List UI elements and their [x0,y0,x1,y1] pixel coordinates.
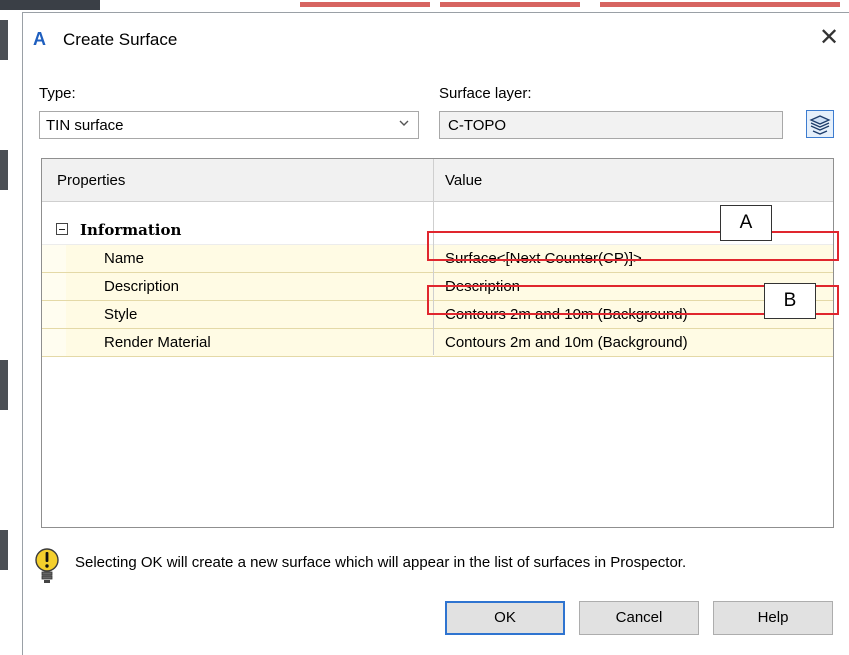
category-label: Information [80,221,182,239]
background-red-text [600,2,840,7]
surface-layer-field: C-TOPO [439,111,783,139]
type-select-value: TIN surface [46,117,124,134]
surface-layer-label: Surface layer: [439,85,532,102]
property-key: Description [104,278,180,295]
background-red-text [300,2,430,7]
property-key: Render Material [104,334,211,351]
background-toolbar [0,0,100,10]
properties-grid: Properties Value Information Name Surfac… [41,158,834,528]
column-header-value: Value [445,172,483,189]
autodesk-app-icon: A [33,29,46,49]
title-bar: A Create Surface ✕ [23,13,849,65]
grid-header: Properties Value [42,159,833,202]
annotation-label-b: B [764,283,816,319]
background-app-strip [0,0,849,10]
type-label: Type: [39,85,76,102]
background-red-text [440,2,580,7]
info-note: Selecting OK will create a new surface w… [75,554,687,571]
property-key: Name [104,250,145,267]
property-value[interactable]: Contours 2m and 10m (Background) [445,334,688,351]
background-left-edge [0,10,10,654]
property-key: Style [104,306,138,323]
close-icon[interactable]: ✕ [816,25,842,51]
property-row-render-material[interactable]: Render Material Contours 2m and 10m (Bac… [42,329,833,357]
chevron-down-icon [398,117,410,132]
lightbulb-warning-icon [33,546,61,586]
type-select[interactable]: TIN surface [39,111,419,139]
help-button[interactable]: Help [713,601,833,635]
layer-select-button[interactable] [806,110,834,138]
highlight-box-name-value [427,231,839,261]
layer-stack-icon [807,115,833,141]
ok-button[interactable]: OK [445,601,565,635]
annotation-label-a: A [720,205,772,241]
column-header-properties: Properties [57,172,126,189]
collapse-minus-icon[interactable] [56,223,68,235]
cancel-button[interactable]: Cancel [579,601,699,635]
surface-layer-value: C-TOPO [448,117,507,134]
create-surface-dialog: A Create Surface ✕ Type: TIN surface Sur… [22,12,849,655]
dialog-title: Create Surface [63,30,178,49]
